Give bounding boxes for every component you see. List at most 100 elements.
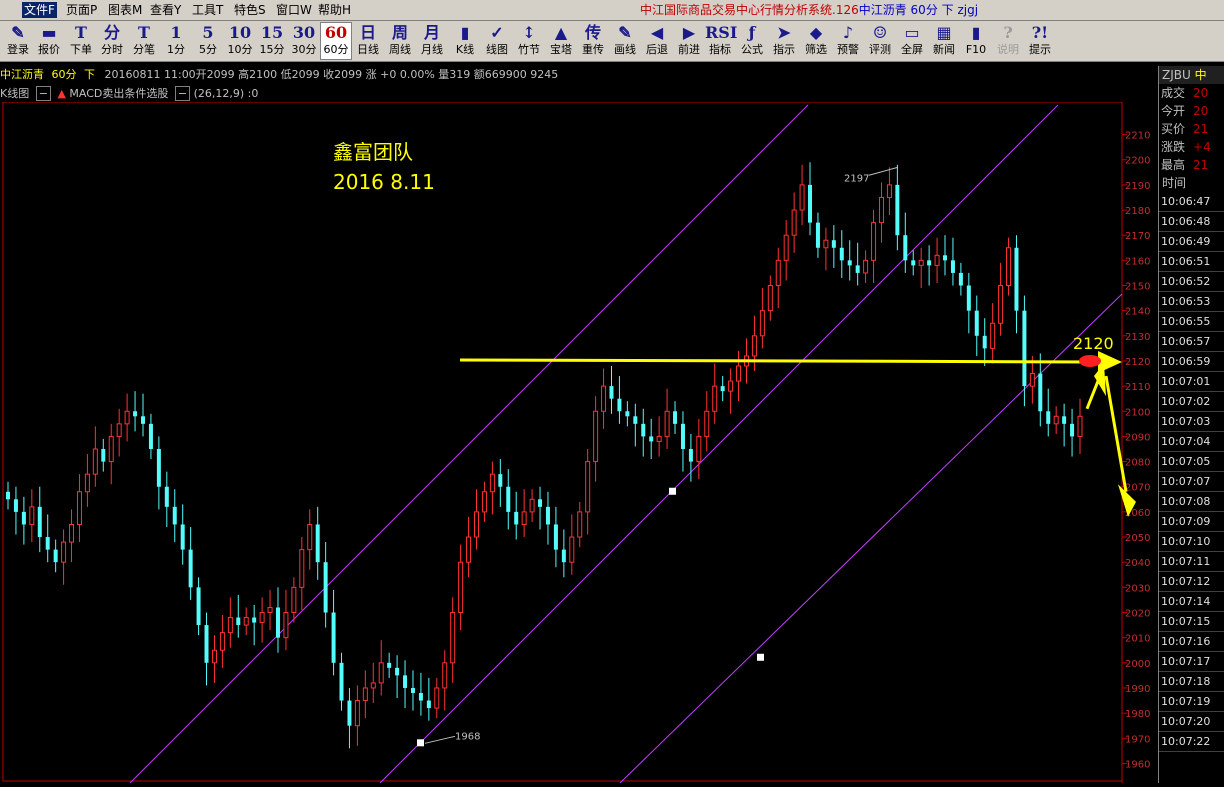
- candle-body-up: [1029, 373, 1035, 387]
- candle-body-down: [911, 260, 916, 266]
- price-tick-label: 2190: [1125, 181, 1150, 192]
- toolbar-button-11[interactable]: 日日线: [353, 23, 383, 59]
- toolbar-icon-6: 5: [202, 23, 214, 42]
- candle-body-down: [323, 562, 328, 613]
- candle-body-down: [275, 607, 280, 638]
- toolbar-button-13[interactable]: 月月线: [417, 23, 447, 59]
- toolbar-button-30[interactable]: ▮ F10: [961, 23, 991, 59]
- candle-body-down: [6, 491, 10, 500]
- menu-2[interactable]: 图表M: [106, 2, 144, 18]
- toolbar-button-31[interactable]: ? 说明: [993, 23, 1023, 59]
- toolbar-button-24[interactable]: ➤ 指示: [769, 23, 799, 59]
- toolbar-label-14: K线: [455, 43, 475, 56]
- price-tick-label: 2030: [1125, 583, 1150, 594]
- price-tick-label: 1960: [1125, 759, 1150, 770]
- candle-body-up: [434, 687, 440, 709]
- candle-body-down: [21, 511, 26, 525]
- toolbar-button-25[interactable]: ◆ 筛选: [801, 23, 831, 59]
- candle-body-down: [315, 524, 320, 563]
- candle-body-up: [569, 536, 575, 563]
- candle-body-up: [378, 662, 384, 684]
- candle-body-up: [116, 423, 122, 437]
- menu-4[interactable]: 工具T: [190, 2, 225, 18]
- toolbar-button-19[interactable]: ✎ 画线: [610, 23, 640, 59]
- kline-chart[interactable]: 2210 2200 2190 2180 2170 2160 2150 2140 2130 2120…: [0, 101, 1158, 784]
- toolbar-icon-3: 分: [103, 23, 120, 42]
- toolbar-button-23[interactable]: ƒ 公式: [737, 23, 767, 59]
- candle-body-up: [863, 259, 869, 274]
- candle-body-up: [219, 632, 225, 651]
- candle-body-down: [252, 617, 257, 623]
- toolbar-button-6[interactable]: 5 5分: [193, 23, 223, 59]
- candle-body-up: [878, 196, 884, 224]
- toolbar-icon-16: ↕: [522, 23, 536, 42]
- toolbar-button-10[interactable]: 60 60分: [320, 22, 352, 60]
- team-label: 鑫富团队: [333, 140, 413, 164]
- menu-5[interactable]: 特色S: [232, 2, 268, 18]
- toolbar-button-3[interactable]: 分分时: [97, 23, 127, 59]
- candle-body-up: [61, 541, 67, 563]
- toolbar-icon-24: ➤: [777, 23, 791, 42]
- toolbar-button-8[interactable]: 15 15分: [257, 23, 287, 59]
- menu-1[interactable]: 页面P: [64, 2, 99, 18]
- quote-field-0: 成交 20: [1159, 84, 1224, 102]
- candle-body-down: [688, 449, 693, 462]
- indicator-params: (26,12,9) :0: [193, 87, 259, 100]
- toolbar-button-26[interactable]: ♪ 预警: [833, 23, 863, 59]
- toolbar-button-17[interactable]: ▲ 宝塔: [546, 23, 576, 59]
- toolbar-button-1[interactable]: ▬ 报价: [34, 23, 64, 59]
- toolbar-icon-27: ☺: [872, 23, 888, 42]
- toolbar-icon-21: ▶: [682, 23, 696, 42]
- toolbar-button-12[interactable]: 周周线: [385, 23, 415, 59]
- candle-body-up: [243, 617, 249, 626]
- menu-3[interactable]: 查看Y: [148, 2, 183, 18]
- toolbar-icon-29: ▦: [936, 23, 952, 42]
- tick-time-row: 10:07:14: [1159, 592, 1224, 612]
- collapse-icon-2[interactable]: −: [174, 86, 191, 101]
- candle-body-down: [395, 667, 400, 676]
- toolbar-button-32[interactable]: ?! 提示: [1025, 23, 1055, 59]
- toolbar-button-7[interactable]: 10 10分: [225, 23, 255, 59]
- toolbar-button-14[interactable]: ▮ K线: [450, 23, 480, 59]
- candle-body-down: [680, 423, 685, 449]
- toolbar-button-5[interactable]: 1 1分: [161, 23, 191, 59]
- kline-label: K线图: [0, 87, 30, 100]
- candle-body-up: [696, 435, 702, 463]
- tick-time-row: 10:07:18: [1159, 672, 1224, 692]
- sell-arrow-icon: ▲: [57, 87, 66, 100]
- toolbar-button-28[interactable]: ▭ 全屏: [897, 23, 927, 59]
- toolbar-icon-0: ✎: [11, 23, 25, 42]
- toolbar-button-21[interactable]: ▶ 前进: [674, 23, 704, 59]
- kline-chart-area[interactable]: 2210 2200 2190 2180 2170 2160 2150 2140 2130 2120…: [0, 101, 1158, 784]
- toolbar-button-4[interactable]: T 分笔: [129, 23, 159, 59]
- menu-7[interactable]: 帮助H: [316, 2, 353, 18]
- toolbar-icon-9: 30: [292, 23, 316, 42]
- candle-body-up: [529, 498, 535, 513]
- candle-body-down: [950, 260, 955, 273]
- toolbar-label-18: 重传: [582, 43, 604, 56]
- toolbar-button-2[interactable]: T 下单: [66, 23, 96, 59]
- toolbar-icon-11: 日: [359, 23, 376, 42]
- toolbar-button-27[interactable]: ☺ 评测: [865, 23, 895, 59]
- tick-time-list[interactable]: 10:06:47 10:06:48 10:06:49 10:06:51 10:06:52…: [1159, 192, 1224, 752]
- toolbar-button-20[interactable]: ◀ 后退: [642, 23, 672, 59]
- candle-body-up: [736, 365, 742, 382]
- toolbar-button-9[interactable]: 30 30分: [289, 23, 319, 59]
- toolbar-button-15[interactable]: ✓ 线图: [482, 23, 512, 59]
- toolbar-button-0[interactable]: ✎ 登录: [3, 23, 33, 59]
- price-tick-label: 2090: [1125, 432, 1150, 443]
- menu-6[interactable]: 窗口W: [274, 2, 314, 18]
- price-tick-label: 2020: [1125, 609, 1150, 620]
- collapse-icon[interactable]: −: [35, 86, 51, 101]
- quote-field-2: 买价 21: [1159, 120, 1224, 138]
- candle-body-down: [1022, 310, 1027, 387]
- menu-0[interactable]: 文件F: [22, 2, 57, 18]
- tick-time-row: 10:07:22: [1159, 732, 1224, 752]
- tick-time-row: 10:07:08: [1159, 492, 1224, 512]
- toolbar-button-29[interactable]: ▦ 新闻: [929, 23, 959, 59]
- toolbar-button-22[interactable]: RSI 指标: [705, 23, 737, 59]
- candle-body-up: [601, 385, 607, 412]
- price-tick-label: 2130: [1125, 332, 1150, 343]
- toolbar-button-18[interactable]: 传重传: [578, 23, 608, 59]
- toolbar-button-16[interactable]: ↕ 竹节: [514, 23, 544, 59]
